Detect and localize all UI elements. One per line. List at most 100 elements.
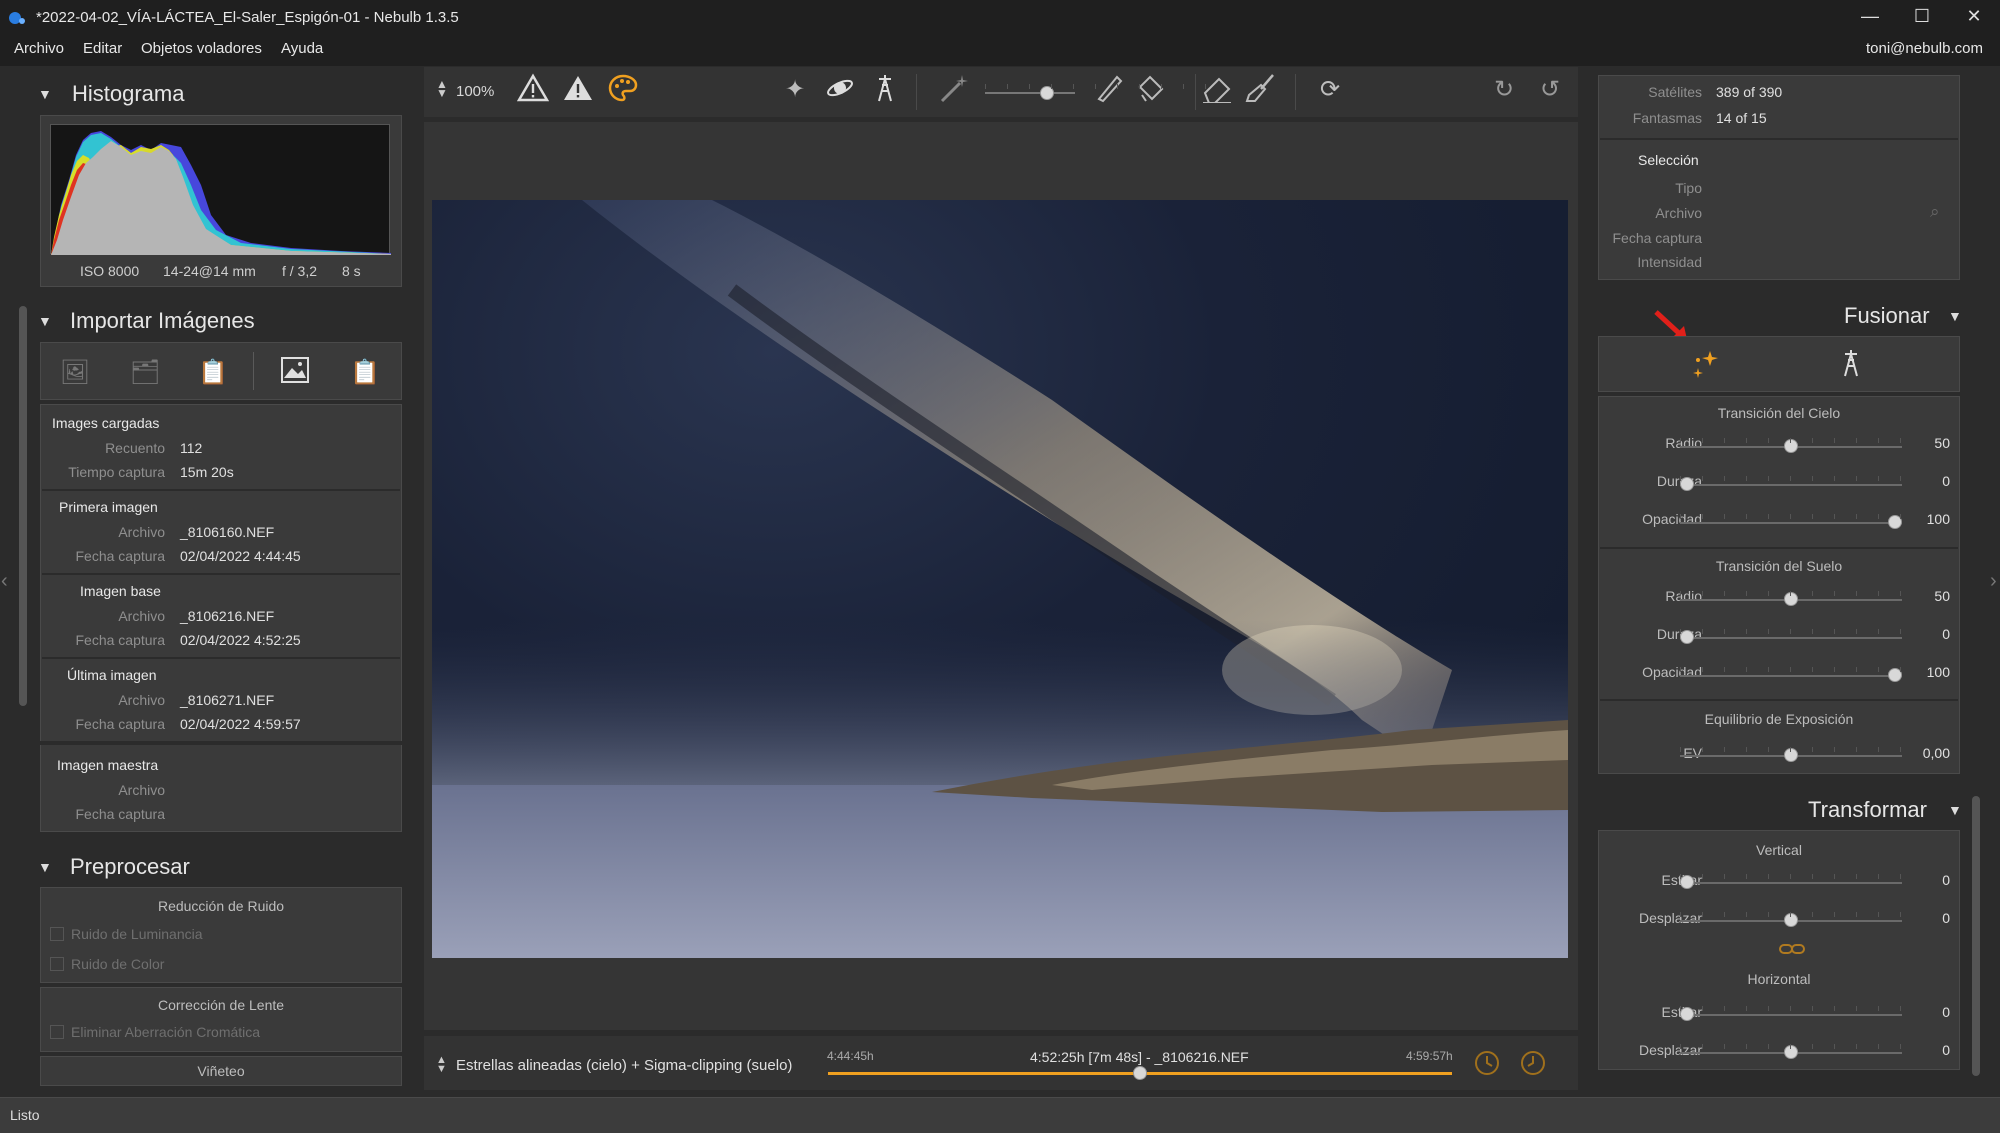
import-images-icon[interactable]: 🖼 bbox=[58, 356, 92, 390]
chromatic-checkbox[interactable] bbox=[50, 1025, 64, 1039]
v-shift-knob[interactable] bbox=[1784, 913, 1798, 927]
preprocess-collapse-icon[interactable]: ▼ bbox=[38, 859, 52, 875]
slider-tick bbox=[1856, 874, 1857, 879]
warning-outline-icon[interactable] bbox=[516, 73, 550, 107]
h-shift-knob[interactable] bbox=[1784, 1045, 1798, 1059]
zoom-value[interactable]: 100% bbox=[456, 83, 494, 100]
menu-objetos-voladores[interactable]: Objetos voladores bbox=[141, 40, 262, 57]
clock-forward-icon[interactable] bbox=[1470, 1048, 1504, 1082]
magic-wand-icon[interactable] bbox=[937, 73, 971, 107]
histogram-iso: ISO 8000 bbox=[80, 263, 140, 279]
image-canvas[interactable] bbox=[424, 122, 1578, 1030]
menu-editar[interactable]: Editar bbox=[83, 40, 122, 57]
undo-icon[interactable]: ↺ bbox=[1533, 73, 1567, 107]
slider-tick bbox=[1790, 874, 1791, 879]
clock-back-icon[interactable] bbox=[1516, 1048, 1550, 1082]
slider-tick bbox=[1790, 1044, 1791, 1049]
timeline-knob[interactable] bbox=[1133, 1066, 1147, 1080]
slider-tick bbox=[1768, 667, 1769, 672]
slider-tick bbox=[1768, 1006, 1769, 1011]
broom-icon[interactable] bbox=[1244, 73, 1278, 107]
histogram-collapse-icon[interactable]: ▼ bbox=[38, 86, 52, 102]
menu-archivo[interactable]: Archivo bbox=[14, 40, 64, 57]
slider-tick bbox=[1856, 514, 1857, 519]
eraser-icon[interactable] bbox=[1200, 73, 1234, 107]
close-button[interactable]: ✕ bbox=[1954, 6, 1994, 27]
h-stretch-slider[interactable] bbox=[1680, 1014, 1902, 1016]
v-stretch-value[interactable]: 0 bbox=[1900, 872, 1950, 888]
h-stretch-knob[interactable] bbox=[1680, 1007, 1694, 1021]
ground-hardness-value[interactable]: 0 bbox=[1900, 626, 1950, 642]
ev-knob[interactable] bbox=[1784, 748, 1798, 762]
refresh-icon[interactable]: ⟳ bbox=[1313, 73, 1347, 107]
sky-radius-knob[interactable] bbox=[1784, 439, 1798, 453]
sky-radius-value[interactable]: 50 bbox=[1900, 435, 1950, 451]
brush-icon[interactable] bbox=[1092, 73, 1126, 107]
warning-filled-icon[interactable] bbox=[561, 73, 595, 107]
user-email[interactable]: toni@nebulb.com bbox=[1866, 40, 1983, 57]
stars-icon[interactable]: ✦ bbox=[778, 73, 812, 107]
mode-stepper-icon[interactable]: ▲ ▼ bbox=[436, 1055, 447, 1075]
slider-tick bbox=[1900, 514, 1901, 519]
title-bar: *2022-04-02_VÍA-LÁCTEA_El-Saler_Espigón-… bbox=[0, 0, 2000, 36]
ground-opacity-slider[interactable] bbox=[1680, 675, 1902, 677]
ground-hardness-slider[interactable] bbox=[1680, 637, 1902, 639]
slider-tick bbox=[1724, 747, 1725, 752]
brush-size-slider[interactable] bbox=[985, 92, 1075, 94]
histogram-exposure: 8 s bbox=[342, 263, 361, 279]
ground-radius-knob[interactable] bbox=[1784, 592, 1798, 606]
sky-opacity-value[interactable]: 100 bbox=[1900, 511, 1950, 527]
slider-tick bbox=[1790, 476, 1791, 481]
tower-icon[interactable] bbox=[868, 73, 902, 107]
sky-opacity-slider[interactable] bbox=[1680, 522, 1902, 524]
transform-collapse-icon[interactable]: ▼ bbox=[1948, 802, 1962, 818]
slider-tick bbox=[1790, 1006, 1791, 1011]
ground-radius-value[interactable]: 50 bbox=[1900, 588, 1950, 604]
ev-value[interactable]: 0,00 bbox=[1900, 745, 1950, 761]
locate-file-icon[interactable]: ⌕ bbox=[1930, 202, 1940, 222]
sky-hardness-knob[interactable] bbox=[1680, 477, 1694, 491]
slider-tick bbox=[1051, 84, 1052, 89]
h-stretch-value[interactable]: 0 bbox=[1900, 1004, 1950, 1020]
menu-ayuda[interactable]: Ayuda bbox=[281, 40, 323, 57]
link-icon[interactable] bbox=[1778, 942, 1806, 960]
merge-mode-label[interactable]: Estrellas alineadas (cielo) + Sigma-clip… bbox=[456, 1057, 792, 1074]
ground-opacity-value[interactable]: 100 bbox=[1900, 664, 1950, 680]
astro-photo[interactable] bbox=[432, 200, 1568, 958]
import-clipboard-icon[interactable]: 📋 bbox=[196, 356, 230, 390]
merge-collapse-icon[interactable]: ▼ bbox=[1948, 308, 1962, 324]
sky-stars-tab-icon[interactable] bbox=[1688, 348, 1722, 382]
color-checkbox[interactable] bbox=[50, 957, 64, 971]
paste-images-icon[interactable]: 📋 bbox=[348, 356, 382, 390]
v-stretch-knob[interactable] bbox=[1680, 875, 1694, 889]
redo-icon[interactable]: ↻ bbox=[1487, 73, 1521, 107]
color-palette-icon[interactable] bbox=[606, 73, 640, 107]
slider-tick bbox=[1680, 1044, 1681, 1049]
fill-bucket-icon[interactable] bbox=[1133, 73, 1167, 107]
left-scrollbar[interactable] bbox=[19, 306, 27, 706]
first-image-header: Primera imagen bbox=[59, 499, 158, 515]
minimize-button[interactable]: — bbox=[1850, 6, 1890, 27]
slider-tick bbox=[1746, 667, 1747, 672]
slider-tick bbox=[1834, 747, 1835, 752]
v-shift-value[interactable]: 0 bbox=[1900, 910, 1950, 926]
slider-tick bbox=[1834, 591, 1835, 596]
v-stretch-slider[interactable] bbox=[1680, 882, 1902, 884]
maximize-button[interactable]: ☐ bbox=[1902, 6, 1942, 27]
zoom-stepper-icon[interactable]: ▲ ▼ bbox=[436, 78, 448, 99]
ground-hardness-knob[interactable] bbox=[1680, 630, 1694, 644]
sky-hardness-slider[interactable] bbox=[1680, 484, 1902, 486]
base-image-icon[interactable] bbox=[278, 356, 312, 390]
h-shift-value[interactable]: 0 bbox=[1900, 1042, 1950, 1058]
import-collapse-icon[interactable]: ▼ bbox=[38, 313, 52, 329]
slider-tick bbox=[1812, 747, 1813, 752]
satellite-icon[interactable] bbox=[823, 73, 857, 107]
import-folder-icon[interactable]: 🗂 bbox=[128, 356, 162, 390]
right-scrollbar[interactable] bbox=[1972, 796, 1980, 1076]
luminance-checkbox[interactable] bbox=[50, 927, 64, 941]
sky-hardness-value[interactable]: 0 bbox=[1900, 473, 1950, 489]
slider-tick bbox=[1790, 591, 1791, 596]
collapse-right-icon[interactable]: › bbox=[1990, 570, 1997, 593]
collapse-left-icon[interactable]: ‹ bbox=[1, 570, 8, 593]
ground-tower-tab-icon[interactable] bbox=[1834, 348, 1868, 382]
